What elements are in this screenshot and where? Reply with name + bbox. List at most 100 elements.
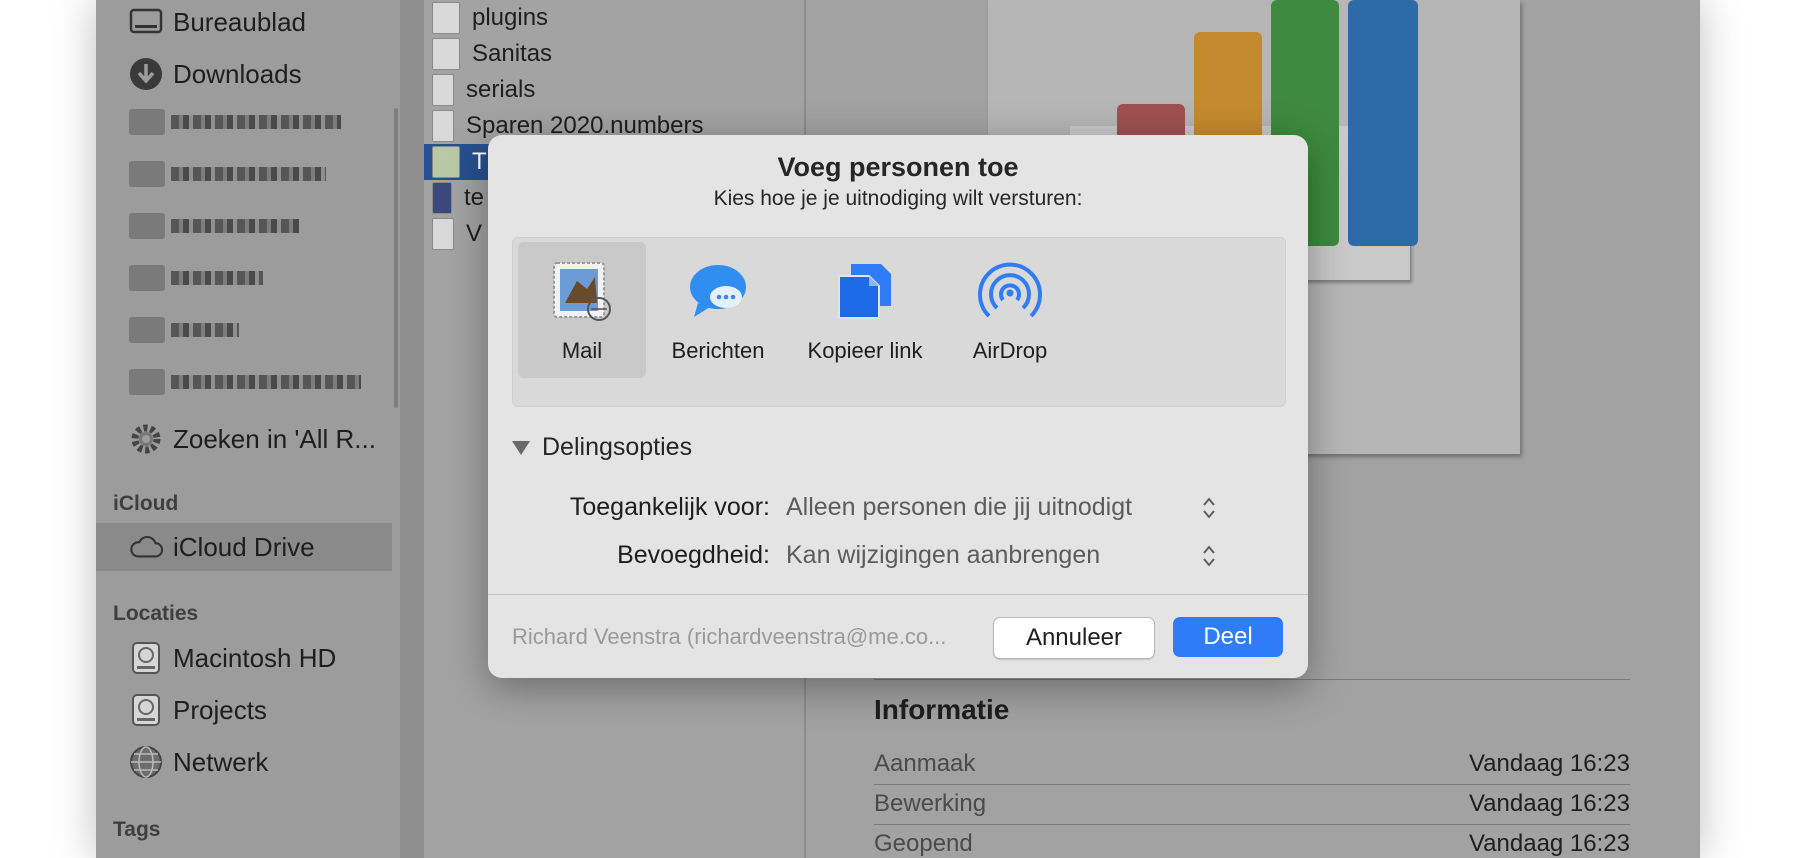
info-value: Vandaag 16:23 [1468, 830, 1630, 857]
access-popup[interactable]: Alleen personen die jij uitnodigt [786, 493, 1216, 522]
folder-icon [129, 369, 165, 395]
share-method-copy-link[interactable]: Kopieer link [790, 242, 940, 378]
sidebar-item-redacted[interactable] [129, 100, 341, 144]
redacted-label [171, 375, 361, 389]
sidebar-item-icloud-drive[interactable]: iCloud Drive [129, 525, 315, 569]
mail-icon [547, 256, 617, 326]
desktop-icon [129, 5, 163, 39]
document-icon [432, 218, 454, 250]
updown-chevron-icon [1202, 496, 1216, 520]
sidebar-section-tags: Tags [113, 818, 161, 841]
info-key: Bewerking [874, 790, 987, 817]
info-value: Vandaag 16:23 [1468, 790, 1630, 817]
sidebar-item-label: Projects [173, 694, 267, 725]
globe-icon [129, 745, 163, 779]
disclosure-triangle-icon [512, 440, 530, 455]
sidebar-item-projects[interactable]: Projects [129, 688, 267, 732]
redacted-label [171, 219, 299, 233]
disk-icon [129, 693, 163, 727]
sidebar-item-network[interactable]: Netwerk [129, 740, 268, 784]
sidebar-item-desktop[interactable]: Bureaublad [129, 0, 306, 44]
redacted-label [171, 323, 239, 337]
sidebar-item-macintosh-hd[interactable]: Macintosh HD [129, 636, 336, 680]
share-method-label: Mail [561, 338, 603, 363]
sidebar-section-icloud: iCloud [113, 492, 179, 515]
sidebar-item-label: Zoeken in 'All R... [173, 423, 376, 454]
sidebar-item-label: Netwerk [173, 746, 269, 777]
info-divider [874, 824, 1630, 825]
sidebar-item-redacted[interactable] [129, 360, 361, 404]
messages-icon [683, 256, 753, 326]
sidebar-item-smart-search[interactable]: Zoeken in 'All R... [129, 417, 376, 461]
share-method-label: AirDrop [972, 338, 1048, 363]
info-row: Geopend Vandaag 16:23 [874, 830, 1630, 858]
disk-icon [129, 641, 163, 675]
sidebar-item-label: Bureaublad [173, 6, 306, 37]
redacted-label [171, 271, 263, 285]
share-dialog: Voeg personen toe Kies hoe je je uitnodi… [488, 135, 1308, 678]
access-label: Toegankelijk voor: [569, 493, 770, 521]
numbers-file-icon [432, 146, 460, 178]
cancel-button[interactable]: Annuleer [993, 617, 1155, 659]
folder-icon [129, 109, 165, 135]
sidebar-item-label: Downloads [173, 58, 302, 89]
download-icon [129, 57, 163, 91]
access-value: Alleen personen die jij uitnodigt [786, 493, 1133, 521]
info-value: Vandaag 16:23 [1468, 750, 1630, 777]
account-label: Richard Veenstra (richardveenstra@me.co.… [512, 624, 947, 649]
document-icon [432, 182, 452, 214]
share-method-label: Berichten [671, 338, 765, 363]
file-name: te [464, 184, 485, 211]
info-divider [874, 784, 1630, 785]
file-name: Sanitas [472, 40, 553, 67]
permission-popup[interactable]: Kan wijzigingen aanbrengen [786, 541, 1216, 570]
folder-icon [129, 161, 165, 187]
info-row: Aanmaak Vandaag 16:23 [874, 750, 1630, 778]
sidebar-item-downloads[interactable]: Downloads [129, 52, 302, 96]
sidebar-item-label: iCloud Drive [173, 531, 315, 562]
sidebar-item-label: Macintosh HD [173, 642, 337, 673]
gear-icon [129, 422, 163, 456]
share-method-mail[interactable]: Mail [518, 242, 646, 378]
file-name: T [472, 148, 487, 175]
updown-chevron-icon [1202, 544, 1216, 568]
share-method-messages[interactable]: Berichten [650, 242, 786, 378]
sharing-options-label: Delingsopties [542, 433, 693, 461]
file-name: serials [466, 76, 536, 103]
info-divider [874, 679, 1630, 680]
folder-icon [432, 38, 460, 70]
sidebar-item-redacted[interactable] [129, 204, 299, 248]
file-icon [432, 74, 454, 106]
file-item[interactable]: te [432, 180, 484, 216]
dialog-title: Voeg personen toe [777, 152, 1019, 182]
dialog-subtitle: Kies hoe je je uitnodiging wilt versture… [713, 187, 1083, 210]
share-button[interactable]: Deel [1173, 617, 1283, 657]
file-item[interactable]: Sanitas [432, 36, 552, 72]
permission-label: Bevoegdheid: [617, 541, 770, 569]
chart-bar-blue [1348, 0, 1418, 246]
folder-icon [129, 317, 165, 343]
folder-icon [129, 265, 165, 291]
column-separator [400, 0, 424, 858]
share-method-airdrop[interactable]: AirDrop [944, 242, 1076, 378]
share-method-label: Kopieer link [807, 338, 923, 363]
redacted-label [171, 167, 326, 181]
file-item[interactable]: serials [432, 72, 535, 108]
permission-value: Kan wijzigingen aanbrengen [786, 541, 1101, 569]
airdrop-icon [975, 256, 1045, 326]
dialog-footer-divider [488, 594, 1308, 595]
chart-bar-orange [1194, 32, 1262, 144]
sidebar-scrollbar[interactable] [394, 108, 398, 408]
folder-icon [432, 2, 460, 34]
sidebar-item-redacted[interactable] [129, 308, 239, 352]
file-name: plugins [472, 4, 549, 31]
info-key: Geopend [874, 830, 973, 857]
file-item[interactable]: plugins [432, 0, 548, 36]
sidebar-item-redacted[interactable] [129, 256, 263, 300]
sidebar-item-redacted[interactable] [129, 152, 326, 196]
info-title: Informatie [874, 694, 1010, 725]
sidebar-section-locations: Locaties [113, 602, 199, 625]
sharing-options-toggle[interactable]: Delingsopties [512, 433, 692, 462]
file-item[interactable]: V [432, 216, 482, 252]
redacted-label [171, 115, 341, 129]
